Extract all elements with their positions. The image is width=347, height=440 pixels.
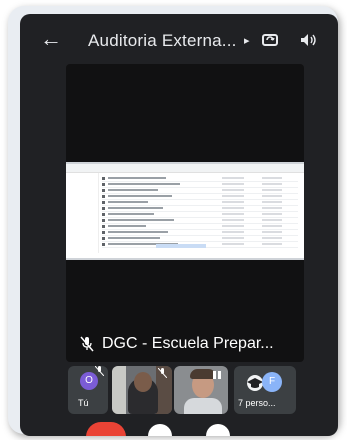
participant-video bbox=[184, 398, 222, 414]
shared-screen bbox=[66, 162, 304, 260]
pause-icon bbox=[213, 371, 221, 379]
participant-tile-self[interactable]: O Tú bbox=[68, 366, 108, 414]
shared-screen-header bbox=[66, 164, 304, 173]
presentation-stage[interactable]: DGC - Escuela Prepar... bbox=[66, 64, 304, 362]
camera-switch-icon[interactable] bbox=[260, 30, 280, 50]
presenter-name: DGC - Escuela Prepar... bbox=[102, 335, 274, 352]
arrow-back-icon[interactable]: ← bbox=[40, 28, 62, 50]
call-controls bbox=[20, 418, 338, 436]
mic-off-icon bbox=[95, 366, 104, 376]
shared-screen-banner bbox=[156, 244, 206, 248]
video-background bbox=[112, 366, 126, 414]
participant-label-self: Tú bbox=[78, 398, 89, 408]
shared-screen-file-list bbox=[102, 176, 298, 248]
mic-toggle-button[interactable] bbox=[148, 424, 172, 436]
meeting-title[interactable]: Auditoria Externa... bbox=[88, 31, 237, 51]
end-call-button[interactable] bbox=[86, 422, 126, 436]
meet-app-window: ← Auditoria Externa... ▸ DGC - Escuela P… bbox=[20, 14, 338, 436]
presenter-bar: DGC - Escuela Prepar... bbox=[66, 326, 304, 362]
mic-off-icon bbox=[158, 368, 167, 378]
mic-off-icon bbox=[80, 336, 94, 352]
avatar: F bbox=[262, 372, 282, 392]
participant-tile-camera[interactable] bbox=[174, 366, 228, 414]
caret-right-icon[interactable]: ▸ bbox=[244, 34, 250, 47]
shared-screen-sidebar bbox=[66, 173, 99, 253]
participant-tile-camera[interactable] bbox=[112, 366, 172, 414]
participant-video bbox=[134, 372, 152, 392]
participant-count: 7 perso... bbox=[238, 398, 276, 408]
participant-tile-more[interactable]: F 7 perso... bbox=[234, 366, 296, 414]
camera-toggle-button[interactable] bbox=[206, 424, 230, 436]
speaker-icon[interactable] bbox=[298, 30, 318, 50]
